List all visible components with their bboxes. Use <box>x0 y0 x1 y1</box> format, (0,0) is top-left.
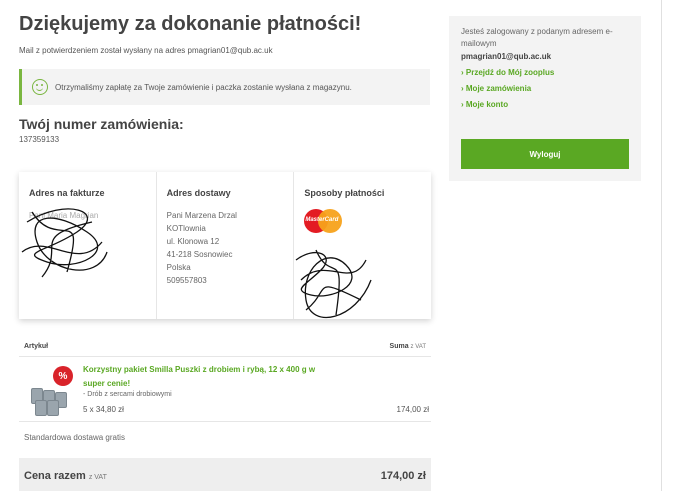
mastercard-logo-icon: MasterCard <box>304 209 343 233</box>
order-number: 137359133 <box>19 135 60 144</box>
product-quantity-price: 5 x 34,80 zł <box>83 405 124 414</box>
payment-method-title: Sposoby płatności <box>304 188 385 198</box>
link-my-orders[interactable]: Moje zamówienia <box>461 84 629 93</box>
billing-address-title: Adres na fakturze <box>29 188 105 198</box>
billing-address-line <box>29 222 146 235</box>
order-total-bar: Cena razem z VAT 174,00 zł <box>19 458 431 491</box>
success-message: Otrzymaliśmy zapłatę za Twoje zamówienie… <box>55 82 352 92</box>
column-header-item: Artykuł <box>24 343 49 350</box>
shipping-note: Standardowa dostawa gratis <box>24 433 125 442</box>
column-header-sum: Suma z VAT <box>390 343 426 350</box>
products-table-header: Artykuł Suma z VAT <box>19 341 431 357</box>
total-value: 174,00 zł <box>380 470 426 482</box>
product-variant: - Drób z sercami drobiowymi <box>83 391 172 398</box>
shipping-address-line: ul. Klonowa 12 <box>166 237 220 246</box>
order-number-label: Twój numer zamówienia: <box>19 116 184 132</box>
product-row: % Korzystny pakiet Smilla Puszki z drobi… <box>19 358 431 422</box>
account-sidebar: Jesteś zalogowany z podanym adresem e-ma… <box>449 16 641 181</box>
discount-badge: % <box>53 366 73 386</box>
page-title: Dziękujemy za dokonanie płatności! <box>19 13 362 35</box>
shipping-address-line: Polska <box>166 263 191 272</box>
column-header-sum-label: Suma <box>389 343 409 350</box>
total-vat: z VAT <box>88 474 107 481</box>
total-label: Cena razem z VAT <box>24 470 107 482</box>
column-header-sum-vat: z VAT <box>410 344 426 350</box>
logout-button[interactable]: Wyloguj <box>461 139 629 169</box>
product-total: 174,00 zł <box>396 405 429 414</box>
billing-address-line: Pani Maria Magrian <box>29 211 99 220</box>
product-name-link[interactable]: Korzystny pakiet Smilla Puszki z drobiem… <box>83 363 323 391</box>
redaction-scribble <box>295 249 372 318</box>
shipping-address-line: Pani Marzena Drzal <box>166 211 237 220</box>
link-my-account[interactable]: Moje konto <box>461 100 629 109</box>
page-edge-divider <box>661 0 662 491</box>
total-label-text: Cena razem <box>24 470 86 482</box>
shipping-address-line: 41-218 Sosnowiec <box>166 250 233 259</box>
smile-icon <box>32 79 48 95</box>
logged-in-email: pmagrian01@qub.ac.uk <box>461 52 552 61</box>
shipping-address-card: Adres dostawy Pani Marzena Drzal KOTlown… <box>157 172 295 319</box>
shipping-address-title: Adres dostawy <box>166 188 231 198</box>
payment-method-card: Sposoby płatności MasterCard <box>294 172 431 319</box>
logged-in-text: Jesteś zalogowany z podanym adresem e-ma… <box>461 27 613 48</box>
mastercard-logo-text: MasterCard <box>305 217 339 223</box>
shipping-address-line: KOTlownia <box>166 224 206 233</box>
billing-address-line <box>29 261 146 274</box>
billing-address-line <box>29 235 146 248</box>
billing-address-line <box>29 248 146 261</box>
order-details-cards: Adres na fakturze Pani Maria Magrian Adr… <box>19 172 431 319</box>
shipping-address-line: 509557803 <box>166 276 207 285</box>
link-my-zooplus[interactable]: Przejdź do Mój zooplus <box>461 68 629 77</box>
payment-success-box: Otrzymaliśmy zapłatę za Twoje zamówienie… <box>19 69 430 105</box>
billing-address-card: Adres na fakturze Pani Maria Magrian <box>19 172 157 319</box>
confirmation-mail-note: Mail z potwierdzeniem został wysłany na … <box>19 46 273 55</box>
product-image[interactable]: % <box>29 366 73 416</box>
